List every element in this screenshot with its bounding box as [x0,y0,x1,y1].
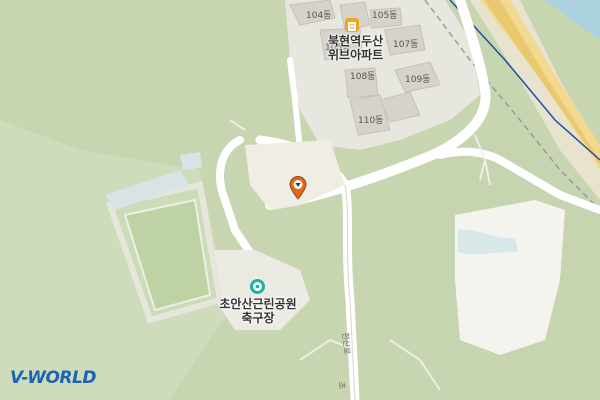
apartment-name[interactable]: 북현역두산 위브아파트 [328,34,383,62]
poi-soccer-field-label[interactable]: 초안산근린공원 축구장 [215,297,301,325]
building-label: 105동 [372,11,398,21]
vworld-logo: V-WORLD [10,368,96,388]
building-label: 104동 [306,11,332,21]
location-pin-icon[interactable] [289,176,307,200]
building-label: 108동 [350,72,376,82]
soccer-icon[interactable] [250,279,265,294]
building-label: 109동 [405,75,431,85]
building-label: 107동 [393,40,419,50]
road-label: 초 [336,381,347,390]
apartment-icon[interactable] [345,18,359,32]
road-label: 한산로 [340,332,352,355]
map-canvas[interactable]: 104동 105동 105동 107동 108동 109동 110동 북현역두산… [0,0,600,400]
building-label: 110동 [358,116,384,126]
